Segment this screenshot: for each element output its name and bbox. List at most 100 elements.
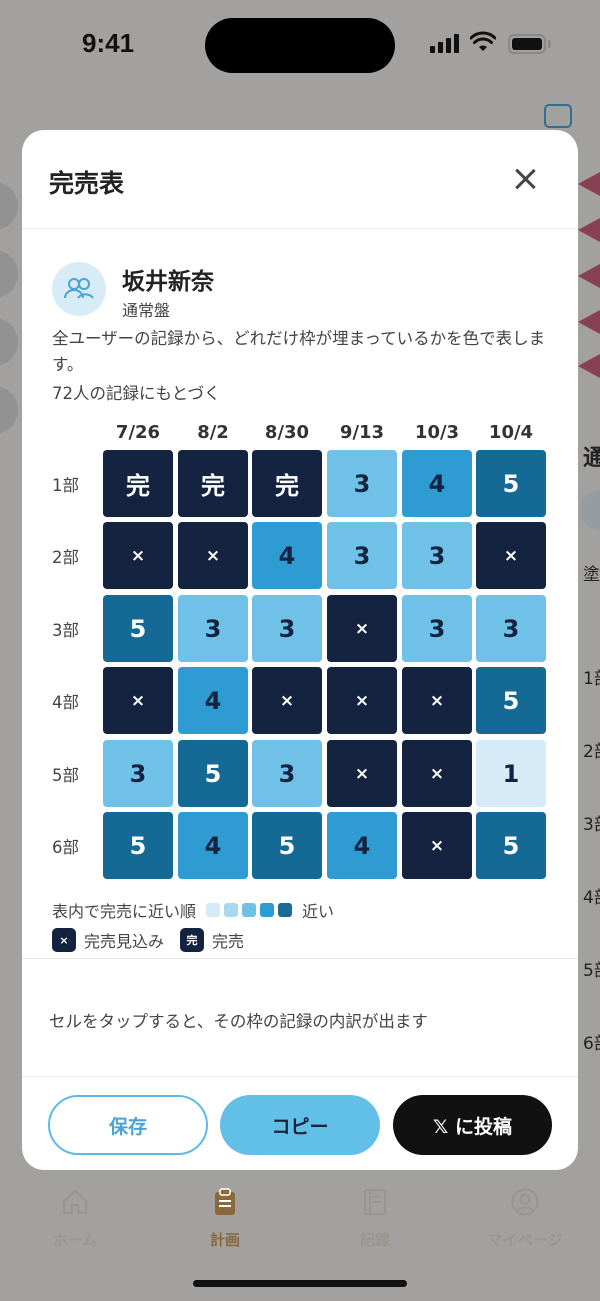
- sellout-cell[interactable]: ×: [402, 667, 472, 734]
- wifi-icon: [470, 31, 496, 51]
- date-header: 10/4: [488, 422, 534, 443]
- soldout-label: 完売: [212, 932, 245, 951]
- cell-value: ×: [429, 690, 445, 711]
- legend-swatch: [206, 903, 221, 917]
- sellout-cell[interactable]: 3: [327, 522, 397, 589]
- part-label: 1部: [52, 476, 79, 495]
- sellout-cell[interactable]: 5: [252, 812, 322, 879]
- tab-plan[interactable]: 計画: [170, 1187, 280, 1250]
- cell-value: 3: [502, 614, 520, 643]
- sellout-cell[interactable]: ×: [402, 812, 472, 879]
- sellout-cell[interactable]: 完: [103, 450, 173, 517]
- cell-value: 5: [502, 686, 520, 715]
- date-header: 10/3: [414, 422, 460, 443]
- cell-value: ×: [205, 545, 221, 566]
- sellout-cell[interactable]: ×: [327, 667, 397, 734]
- sellout-cell[interactable]: ×: [178, 522, 248, 589]
- tab-records[interactable]: 記録: [320, 1187, 430, 1250]
- copy-button[interactable]: コピー: [220, 1095, 380, 1155]
- sellout-cell[interactable]: ×: [327, 740, 397, 807]
- status-bar: 9:41: [0, 0, 600, 90]
- post-to-x-button[interactable]: 𝕏 に投稿: [393, 1095, 552, 1155]
- cell-value: 5: [278, 831, 296, 860]
- tab-home[interactable]: ホーム: [20, 1187, 130, 1250]
- cell-value: 完: [201, 472, 225, 500]
- cell-value: ×: [130, 545, 146, 566]
- tab-home-label: ホーム: [52, 1231, 98, 1249]
- cell-value: 完: [126, 472, 150, 500]
- cell-value: 5: [204, 759, 222, 788]
- user-icon: [511, 1188, 539, 1216]
- sellout-cell[interactable]: 3: [402, 595, 472, 662]
- save-button[interactable]: 保存: [48, 1095, 208, 1155]
- sellout-cell[interactable]: 5: [103, 595, 173, 662]
- soldout-icon: 完: [180, 928, 205, 952]
- expected-soldout-icon: ×: [52, 928, 76, 952]
- record-basis: 72人の記録にもとづく: [52, 384, 221, 403]
- status-time: 9:41: [82, 28, 135, 58]
- cell-value: 3: [428, 614, 446, 643]
- expected-soldout-label: 完売見込み: [84, 932, 165, 951]
- legend-swatch: [278, 903, 293, 917]
- cell-value: ×: [354, 763, 370, 784]
- close-icon[interactable]: [510, 164, 540, 194]
- legend-swatch: [260, 903, 275, 917]
- cell-value: ×: [354, 618, 370, 639]
- cell-value: 4: [353, 831, 371, 860]
- legend-swatches: [206, 903, 296, 917]
- cell-value: 5: [129, 831, 147, 860]
- tab-plan-label: 計画: [209, 1231, 240, 1249]
- sellout-cell[interactable]: 完: [178, 450, 248, 517]
- sellout-cell[interactable]: ×: [103, 667, 173, 734]
- footer-divider: [22, 1076, 578, 1077]
- sellout-cell[interactable]: 4: [402, 450, 472, 517]
- legend-divider: [22, 958, 578, 959]
- cell-value: 3: [129, 759, 147, 788]
- sellout-cell[interactable]: 5: [476, 667, 546, 734]
- sellout-cell[interactable]: 4: [178, 812, 248, 879]
- cell-value: 5: [502, 469, 520, 498]
- cell-value: 4: [278, 541, 296, 570]
- sellout-cell[interactable]: 完: [252, 450, 322, 517]
- cell-value: 3: [278, 759, 296, 788]
- sellout-cell[interactable]: 3: [327, 450, 397, 517]
- edition-label: 通常盤: [122, 301, 171, 320]
- sellout-cell[interactable]: ×: [476, 522, 546, 589]
- cell-value: 3: [428, 541, 446, 570]
- part-label: 5部: [52, 766, 79, 785]
- sellout-cell[interactable]: 5: [476, 812, 546, 879]
- sellout-cell[interactable]: 3: [402, 522, 472, 589]
- battery-tip: [548, 40, 551, 48]
- part-label: 3部: [52, 621, 79, 640]
- sellout-cell[interactable]: ×: [402, 740, 472, 807]
- date-header: 8/2: [197, 422, 229, 443]
- sellout-cell[interactable]: 3: [178, 595, 248, 662]
- part-label: 6部: [52, 838, 79, 857]
- sellout-cell[interactable]: 5: [476, 450, 546, 517]
- cell-value: ×: [503, 545, 519, 566]
- sellout-cell[interactable]: ×: [103, 522, 173, 589]
- sellout-cell[interactable]: 5: [178, 740, 248, 807]
- sellout-cell[interactable]: 3: [252, 595, 322, 662]
- sellout-cell[interactable]: 3: [103, 740, 173, 807]
- sellout-cell[interactable]: 4: [178, 667, 248, 734]
- dynamic-island: [205, 18, 395, 73]
- sellout-cell[interactable]: 3: [252, 740, 322, 807]
- people-icon: [52, 262, 106, 316]
- cellular-signal-icon: [430, 33, 459, 53]
- artist-name: 坂井新奈: [122, 269, 214, 295]
- tab-mypage[interactable]: マイページ: [470, 1187, 580, 1250]
- date-header: 7/26: [115, 422, 161, 443]
- sellout-cell[interactable]: 5: [103, 812, 173, 879]
- sellout-cell[interactable]: 1: [476, 740, 546, 807]
- legend-swatch: [242, 903, 257, 917]
- sellout-cell[interactable]: ×: [327, 595, 397, 662]
- clipboard-icon: [215, 1188, 235, 1215]
- sellout-cell[interactable]: 4: [252, 522, 322, 589]
- cell-value: 3: [353, 469, 371, 498]
- sellout-cell[interactable]: ×: [252, 667, 322, 734]
- sellout-cell[interactable]: 3: [476, 595, 546, 662]
- tab-records-label: 記録: [359, 1231, 390, 1249]
- sellout-cell[interactable]: 4: [327, 812, 397, 879]
- modal-title: 完売表: [49, 169, 125, 198]
